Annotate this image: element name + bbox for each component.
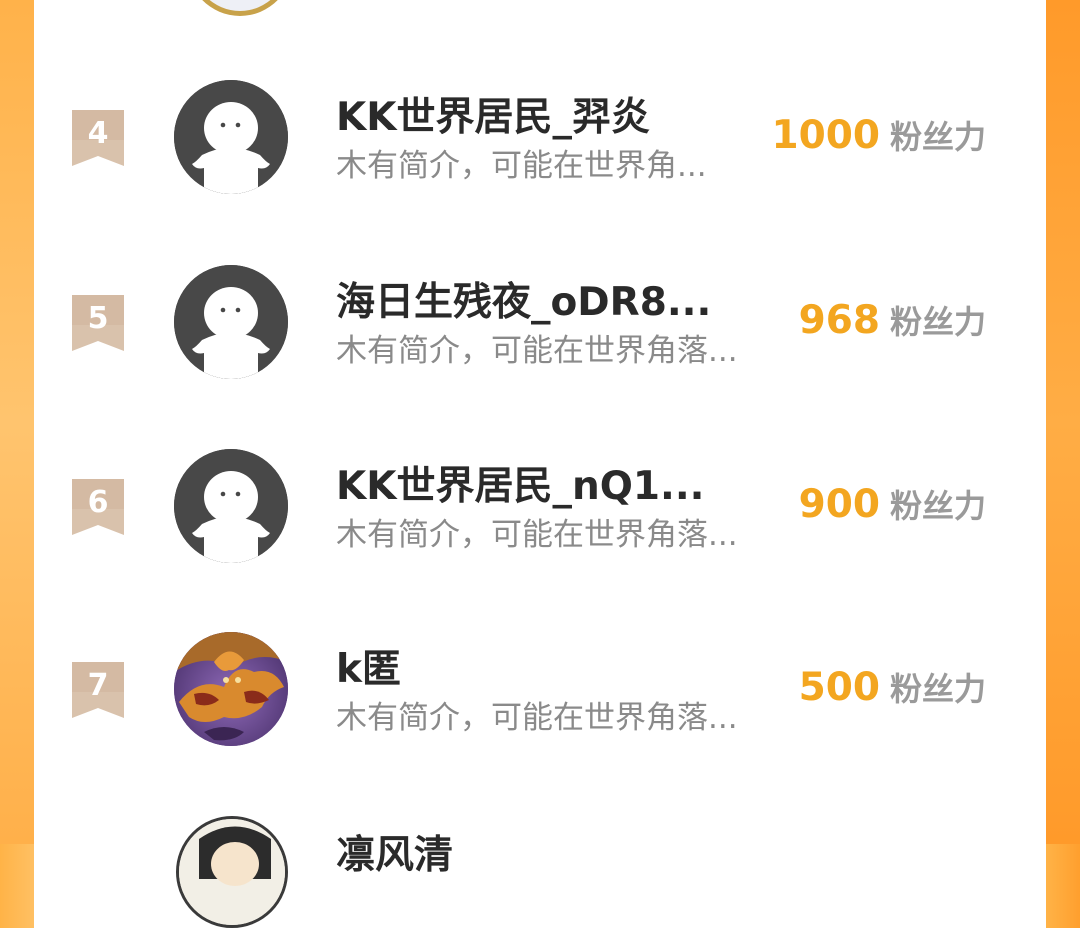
username[interactable]: KK世界居民_羿炎 xyxy=(336,86,650,142)
ranking-row[interactable]: 4 KK世界居民_羿炎 木有简介，可能在世界角... 1000 粉丝力 xyxy=(0,80,1080,210)
user-bio: 木有简介，可能在世界角... xyxy=(336,148,707,184)
default-avatar-icon[interactable] xyxy=(174,449,288,563)
fan-power-stat: 1000 粉丝力 xyxy=(771,112,986,158)
fan-power-value: 500 xyxy=(798,665,880,710)
fan-power-stat: 900 粉丝力 xyxy=(799,481,986,527)
fan-power-stat: 968 粉丝力 xyxy=(799,297,986,343)
default-avatar-icon[interactable] xyxy=(174,80,288,194)
ranking-row[interactable]: 7 k匿 木有简介，可能在世界角落... 500 粉丝力 xyxy=(0,632,1080,762)
rank-number: 7 xyxy=(87,668,109,703)
fan-power-unit: 粉丝力 xyxy=(889,303,986,341)
fan-power-value: 968 xyxy=(798,298,880,343)
rank-number: 6 xyxy=(87,485,109,520)
default-avatar-icon[interactable] xyxy=(174,265,288,379)
rank-number: 4 xyxy=(87,116,109,151)
rank-badge: 4 xyxy=(72,110,124,166)
fan-power-unit: 粉丝力 xyxy=(889,118,986,156)
rank-badge: 5 xyxy=(72,295,124,351)
username[interactable]: KK世界居民_nQ1... xyxy=(336,455,704,511)
ranking-row[interactable]: 6 KK世界居民_nQ1... 木有简介，可能在世界角落... 900 粉丝力 xyxy=(0,449,1080,579)
rank-badge: 7 xyxy=(72,662,124,718)
fan-power-stat: 500 粉丝力 xyxy=(799,664,986,710)
username[interactable]: k匿 xyxy=(336,638,401,694)
rank-number: 5 xyxy=(87,301,109,336)
user-bio: 木有简介，可能在世界角落... xyxy=(336,333,738,369)
ranking-row[interactable]: 5 海日生残夜_oDR8... 木有简介，可能在世界角落... 968 粉丝力 xyxy=(0,265,1080,395)
username[interactable]: 海日生残夜_oDR8... xyxy=(336,271,711,327)
fan-power-value: 900 xyxy=(798,482,880,527)
fox-photo-avatar[interactable] xyxy=(174,632,288,746)
fan-power-unit: 粉丝力 xyxy=(889,487,986,525)
next-username-partial[interactable]: 凛风清 xyxy=(336,824,453,880)
fan-power-unit: 粉丝力 xyxy=(889,670,986,708)
user-bio: 木有简介，可能在世界角落... xyxy=(336,517,738,553)
next-user-avatar-partial[interactable] xyxy=(176,816,288,928)
rank-badge: 6 xyxy=(72,479,124,535)
fan-power-value: 1000 xyxy=(771,113,880,158)
user-bio: 木有简介，可能在世界角落... xyxy=(336,700,738,736)
